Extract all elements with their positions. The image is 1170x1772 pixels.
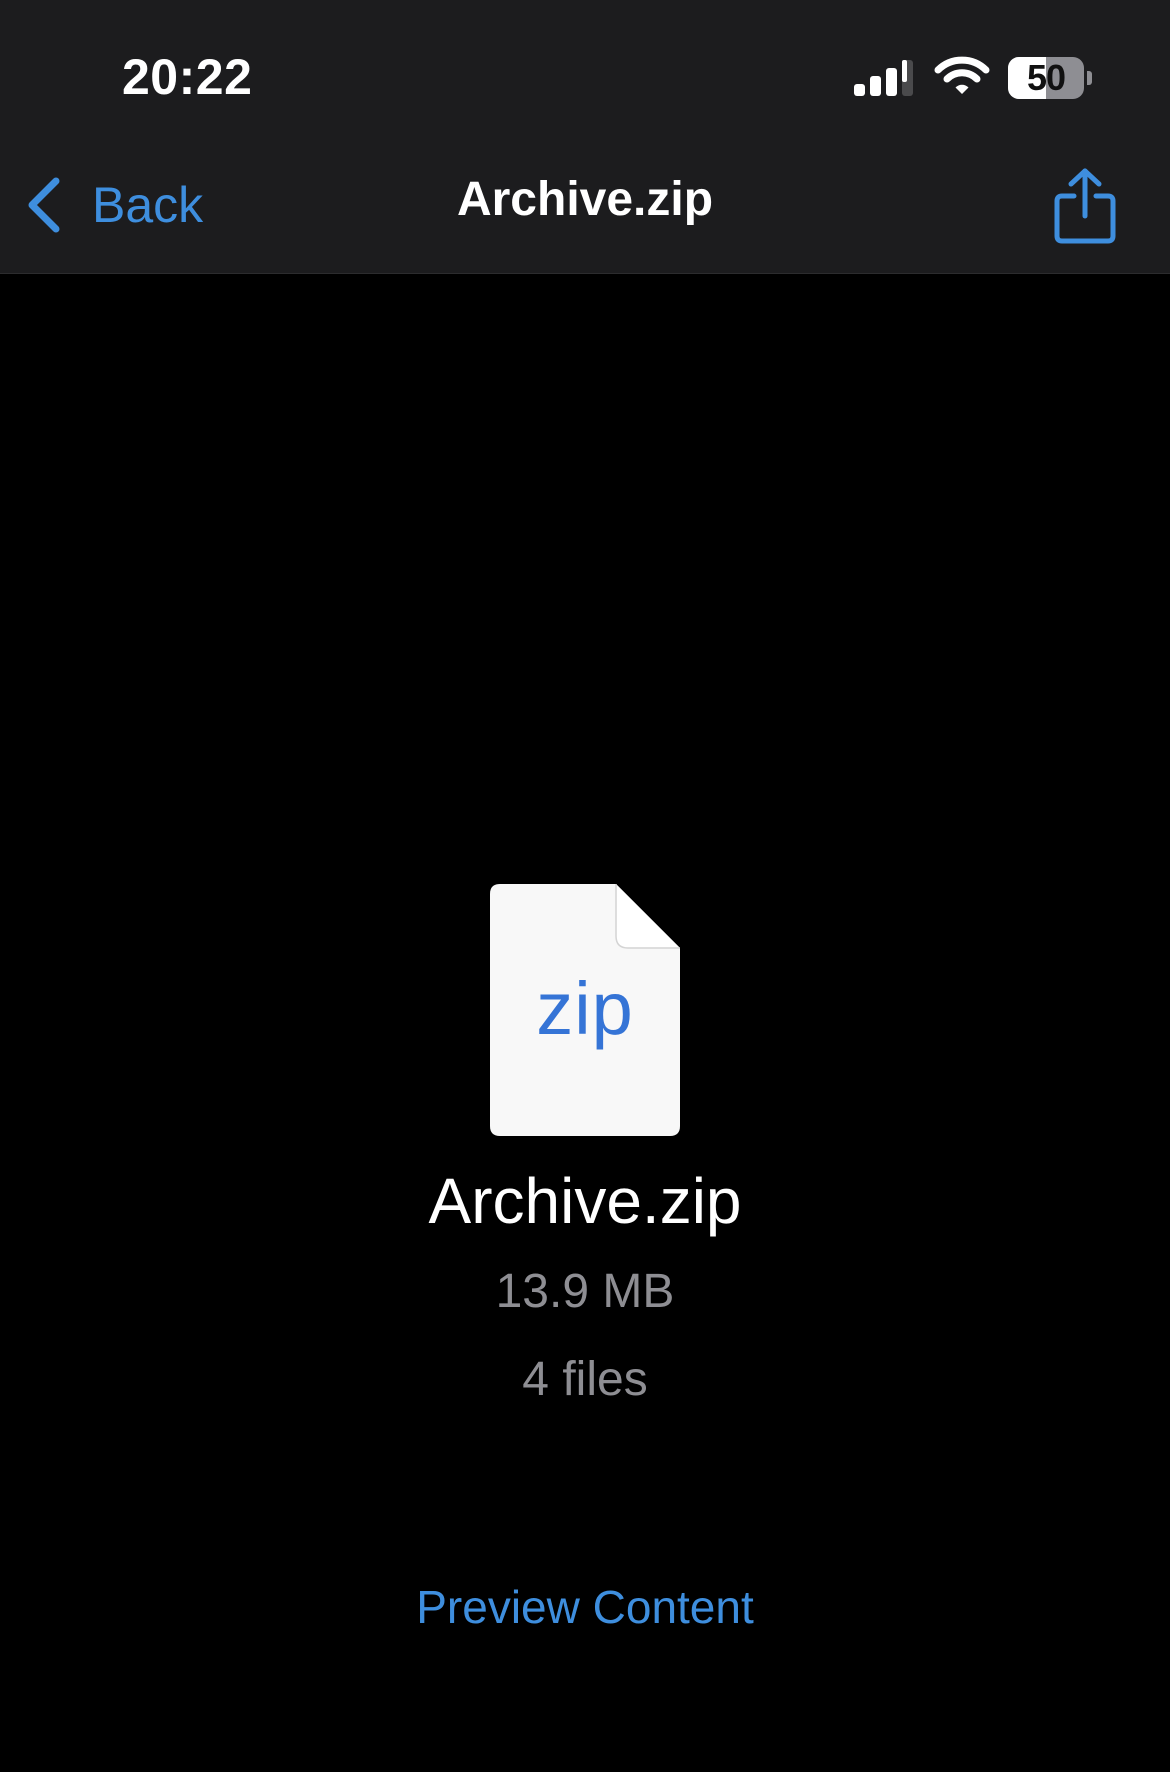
file-name: Archive.zip <box>428 1165 742 1237</box>
cellular-signal-icon <box>854 60 913 96</box>
file-count: 4 files <box>522 1353 648 1406</box>
battery-icon: 50 <box>1008 57 1092 99</box>
battery-body: 50 <box>1008 57 1084 99</box>
navigation-header: 20:22 50 Back Archive.zip <box>0 0 1170 274</box>
battery-cap <box>1087 71 1092 85</box>
page-title: Archive.zip <box>456 173 714 226</box>
zip-file-icon: zip <box>490 884 680 1136</box>
share-icon[interactable] <box>1050 166 1120 246</box>
wifi-icon <box>934 56 990 94</box>
battery-percentage: 50 <box>1026 57 1066 98</box>
preview-content-button[interactable]: Preview Content <box>0 1580 1170 1634</box>
status-time: 20:22 <box>122 49 253 105</box>
file-type-label: zip <box>536 967 634 1050</box>
file-size: 13.9 MB <box>495 1265 675 1318</box>
